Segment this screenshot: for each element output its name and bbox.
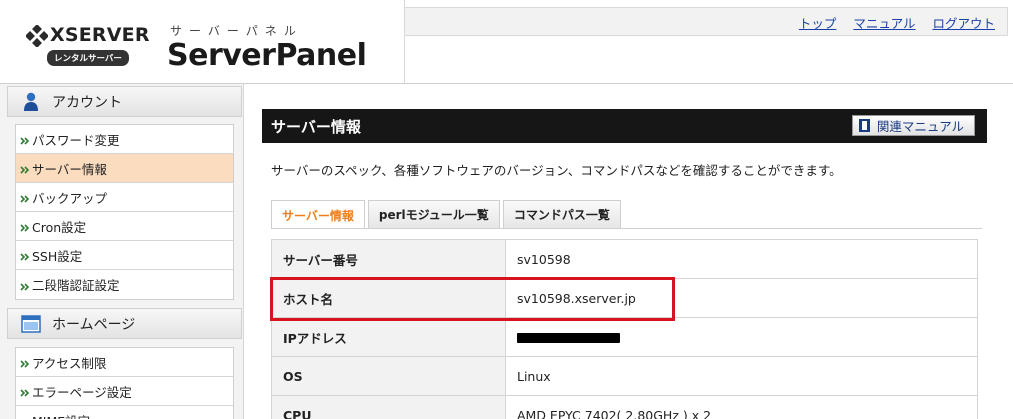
tab-bar: サーバー情報 perlモジュール一覧 コマンドパス一覧 [271, 200, 621, 229]
related-manual-label: 関連マニュアル [876, 119, 964, 134]
sidebar-item-two-factor[interactable]: 二段階認証設定 [16, 270, 233, 299]
window-icon [20, 313, 42, 335]
section-title: サーバー情報 [271, 118, 361, 136]
sidebar-item-label: パスワード変更 [32, 132, 120, 148]
logo-subtitle: レンタルサーバー [47, 50, 129, 66]
diamond-logo-icon [26, 25, 48, 47]
chevron-icon [20, 386, 30, 397]
brand-area: XSERVER レンタルサーバー サーバーパネル ServerPanel [0, 0, 405, 84]
chevron-icon [20, 134, 30, 145]
redaction-bar [517, 333, 620, 343]
server-info-table: サーバー番号 sv10598 ホスト名 sv10598.xserver.jp I… [271, 239, 978, 419]
sidebar-item-label: エラーページ設定 [32, 384, 132, 400]
chevron-icon [20, 221, 30, 232]
sidebar-item-password[interactable]: パスワード変更 [16, 125, 233, 154]
sidebar-heading-label: ホームページ [52, 316, 136, 333]
sidebar-heading-account: アカウント [7, 86, 242, 117]
header: XSERVER レンタルサーバー サーバーパネル ServerPanel トップ… [0, 0, 1013, 84]
sidebar: アカウント パスワード変更 サーバー情報 バックアップ Cron設定 SSH設定… [0, 84, 244, 419]
chevron-icon [20, 192, 30, 203]
table-row: ホスト名 sv10598.xserver.jp [271, 278, 978, 318]
book-icon [858, 119, 870, 132]
top-link[interactable]: トップ [799, 13, 837, 32]
sidebar-item-label: サーバー情報 [32, 161, 107, 177]
sidebar-item-label: 二段階認証設定 [32, 278, 120, 293]
chevron-icon [20, 357, 30, 368]
sidebar-heading-label: アカウント [52, 94, 122, 111]
row-value: sv10598.xserver.jp [505, 278, 978, 318]
tab-server-info[interactable]: サーバー情報 [271, 200, 365, 229]
sidebar-item-error-page[interactable]: エラーページ設定 [16, 377, 233, 406]
main-content: サーバー情報 関連マニュアル サーバーのスペック、各種ソフトウェアのバージョン、… [244, 84, 1013, 419]
panel-kana: サーバーパネル [170, 24, 303, 38]
row-key: CPU [271, 395, 506, 419]
sidebar-item-ssh[interactable]: SSH設定 [16, 241, 233, 270]
chevron-icon [20, 280, 30, 291]
homepage-menu: アクセス制限 エラーページ設定 MIME設定 [15, 347, 234, 419]
row-key: OS [271, 356, 506, 396]
table-row: サーバー番号 sv10598 [271, 239, 978, 279]
row-value: Linux [505, 356, 978, 396]
person-icon [20, 91, 42, 113]
sidebar-item-label: バックアップ [32, 190, 108, 206]
panel-title: ServerPanel [167, 38, 367, 73]
intro-text: サーバーのスペック、各種ソフトウェアのバージョン、コマンドパスなどを確認すること… [271, 163, 842, 178]
sidebar-item-access-control[interactable]: アクセス制限 [16, 348, 233, 377]
logout-link[interactable]: ログアウト [932, 13, 995, 32]
sidebar-item-label: SSH設定 [32, 248, 83, 264]
logo-wordmark: XSERVER [50, 24, 150, 46]
top-link-bar: トップ マニュアル ログアウト [405, 7, 1008, 36]
sidebar-item-server-info[interactable]: サーバー情報 [16, 154, 233, 183]
sidebar-item-cron[interactable]: Cron設定 [16, 212, 233, 241]
tab-divider [271, 228, 982, 229]
sidebar-item-backup[interactable]: バックアップ [16, 183, 233, 212]
table-row: CPU AMD EPYC 7402( 2.80GHz ) x 2 [271, 395, 978, 419]
row-value: sv10598 [505, 239, 978, 279]
chevron-icon [20, 250, 30, 261]
chevron-icon [20, 416, 30, 419]
table-row: OS Linux [271, 356, 978, 396]
tab-command-paths[interactable]: コマンドパス一覧 [502, 200, 621, 228]
row-value-redacted [505, 317, 978, 357]
row-value: AMD EPYC 7402( 2.80GHz ) x 2 [505, 395, 978, 419]
table-row: IPアドレス [271, 317, 978, 357]
row-key: サーバー番号 [271, 239, 506, 279]
manual-link[interactable]: マニュアル [853, 13, 915, 32]
account-menu: パスワード変更 サーバー情報 バックアップ Cron設定 SSH設定 二段階認証… [15, 124, 234, 300]
sidebar-item-label: アクセス制限 [32, 355, 107, 371]
row-key: ホスト名 [271, 278, 506, 318]
row-key: IPアドレス [271, 317, 506, 357]
sidebar-heading-homepage: ホームページ [7, 308, 242, 339]
sidebar-item-label: MIME設定 [32, 411, 90, 419]
section-header: サーバー情報 関連マニュアル [262, 109, 987, 143]
top-links: トップ マニュアル ログアウト [799, 13, 995, 32]
tab-perl-modules[interactable]: perlモジュール一覧 [367, 200, 500, 228]
related-manual-button[interactable]: 関連マニュアル [851, 115, 975, 136]
chevron-icon [20, 163, 30, 174]
sidebar-item-mime[interactable]: MIME設定 [16, 406, 233, 419]
sidebar-item-label: Cron設定 [32, 219, 87, 235]
